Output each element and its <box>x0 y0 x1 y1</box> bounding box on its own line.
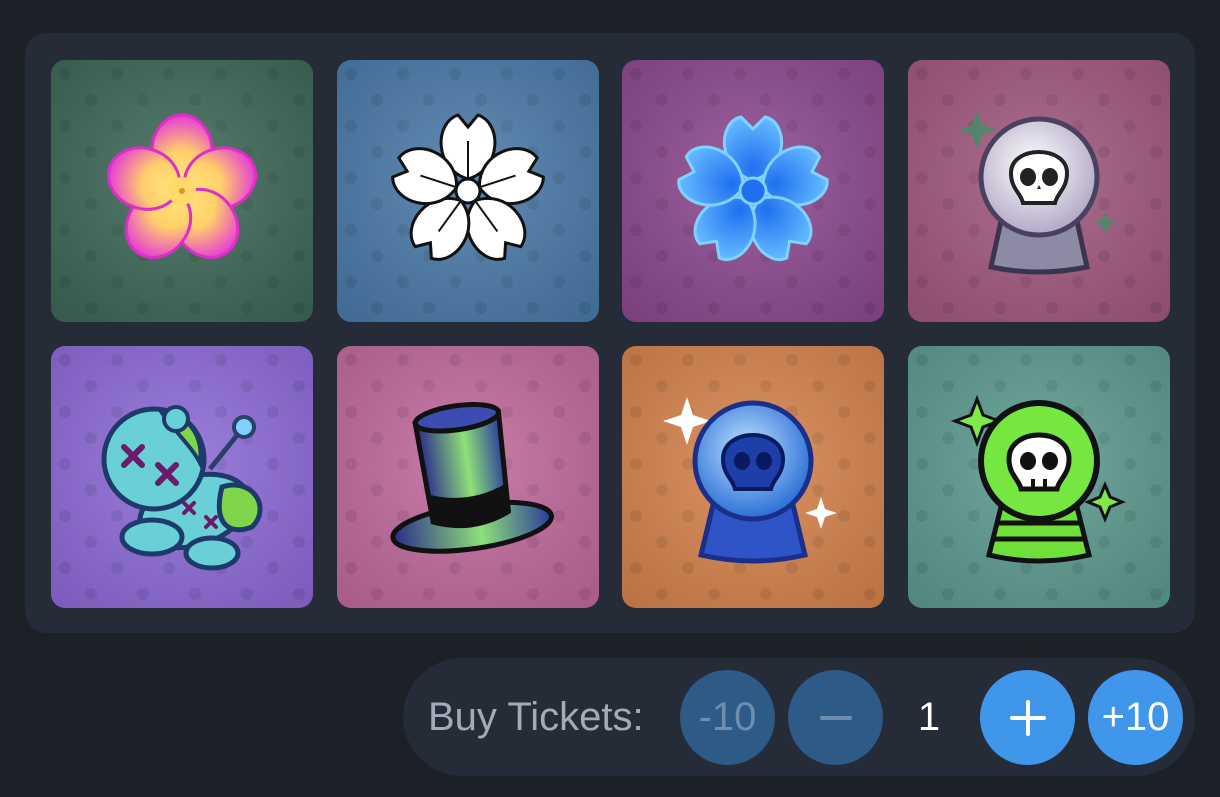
minus-icon <box>819 715 852 720</box>
increment-button[interactable] <box>980 670 1075 765</box>
white-flower-icon <box>385 113 551 270</box>
buy-tickets-label: Buy Tickets: <box>428 695 644 739</box>
item-tile-green-skull-crystal-ball[interactable] <box>908 346 1170 608</box>
blue-flower-icon <box>672 115 834 270</box>
top-hat-icon <box>390 402 554 554</box>
blue-skull-crystal-ball-icon <box>663 397 837 564</box>
item-tile-pink-flower[interactable] <box>51 60 313 322</box>
item-tile-voodoo-doll[interactable] <box>51 346 313 608</box>
minus-ten-button[interactable]: -10 <box>680 670 775 765</box>
item-grid-panel <box>25 33 1195 633</box>
buy-tickets-bar: Buy Tickets: -10 1 +10 <box>403 658 1195 776</box>
decrement-button[interactable] <box>788 670 883 765</box>
green-skull-crystal-ball-icon <box>950 394 1126 564</box>
item-tile-blue-skull-crystal-ball[interactable] <box>622 346 884 608</box>
voodoo-doll-icon <box>101 405 263 571</box>
item-tile-top-hat[interactable] <box>337 346 599 608</box>
item-tile-white-flower[interactable] <box>337 60 599 322</box>
ticket-quantity[interactable]: 1 <box>898 658 960 776</box>
plus-ten-button[interactable]: +10 <box>1088 670 1183 765</box>
item-tile-blue-flower[interactable] <box>622 60 884 322</box>
pink-flower-icon <box>98 113 266 272</box>
skull-crystal-ball-icon <box>958 111 1117 275</box>
item-tile-skull-crystal-ball[interactable] <box>908 60 1170 322</box>
plus-icon <box>1009 699 1046 736</box>
